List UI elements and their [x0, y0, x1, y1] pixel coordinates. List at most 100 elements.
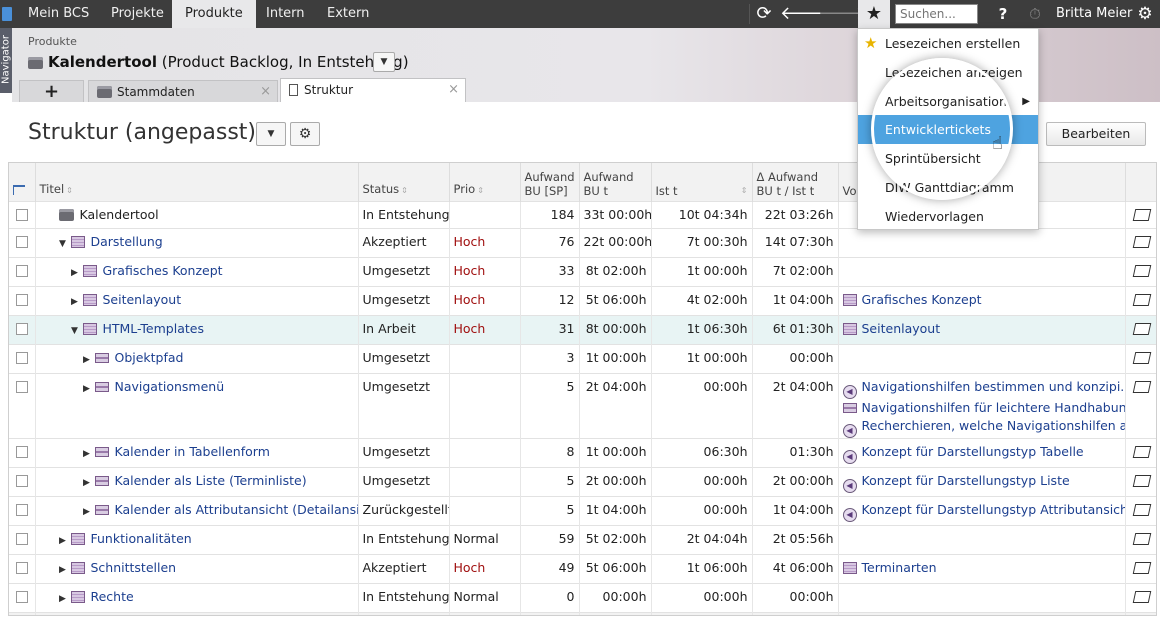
item-title-link[interactable]: Grafisches Konzept [102, 263, 222, 278]
item-title-link[interactable]: HTML-Templates [102, 321, 203, 336]
item-title-link[interactable]: Kalender in Tabellenform [114, 444, 269, 459]
predecessor-link[interactable]: Seitenlayout [842, 320, 1121, 338]
row-checkbox[interactable] [16, 208, 28, 221]
column-header-prio[interactable]: Prio ⇕ [449, 163, 521, 201]
app-logo-icon[interactable] [2, 7, 12, 21]
edit-pencil-icon[interactable] [1132, 351, 1151, 364]
item-title-link[interactable]: Seitenlayout [102, 292, 181, 307]
view-dropdown-button[interactable]: ▼ [256, 122, 286, 146]
breadcrumb[interactable]: Produkte [28, 35, 77, 48]
edit-pencil-icon[interactable] [1132, 235, 1151, 248]
nav-tab-projekte[interactable]: Projekte [98, 0, 177, 28]
edit-pencil-icon[interactable] [1132, 590, 1151, 603]
edit-pencil-icon[interactable] [1132, 380, 1151, 393]
table-row[interactable]: ▶ Kalender als Liste (Terminliste) Umges… [9, 466, 1156, 496]
column-filter-icon[interactable] [13, 184, 25, 195]
item-title-link[interactable]: Kalender als Attributansicht (Detailansi… [114, 502, 357, 517]
bookmark-star-icon[interactable]: ★ [858, 0, 890, 28]
nav-tab-mein-bcs[interactable]: Mein BCS [15, 0, 102, 28]
expand-toggle-icon[interactable]: ▶ [70, 260, 80, 286]
row-checkbox[interactable] [16, 264, 28, 277]
expand-toggle-icon[interactable]: ▶ [58, 528, 68, 554]
table-row[interactable]: ▶ Objektpfad Umgesetzt 3 1t 00:00h 1t 00… [9, 343, 1156, 373]
search-input[interactable] [895, 4, 978, 24]
back-arrow-icon[interactable]: 🡐 [780, 0, 828, 28]
expand-toggle-icon[interactable]: ▶ [82, 347, 92, 373]
table-row[interactable]: ▶ Grafisches Konzept Umgesetzt Hoch 33 8… [9, 256, 1156, 286]
row-checkbox[interactable] [16, 351, 28, 364]
menu-item-lesezeichen-anzeigen[interactable]: Lesezeichen anzeigen [858, 58, 1038, 87]
column-header-ist[interactable]: Ist t ⇕ [651, 163, 753, 201]
menu-item-lesezeichen-erstellen[interactable]: ★ Lesezeichen erstellen [858, 29, 1038, 58]
refresh-icon[interactable]: ⟳ [749, 0, 779, 28]
edit-pencil-icon[interactable] [1132, 445, 1151, 458]
table-row[interactable]: ▶ Seitenlayout Umgesetzt Hoch 12 5t 06:0… [9, 285, 1156, 315]
forward-arrow-icon[interactable]: 🡒 [818, 0, 866, 28]
row-checkbox[interactable] [16, 503, 28, 516]
edit-pencil-icon[interactable] [1132, 293, 1151, 306]
tab-stammdaten[interactable]: Stammdaten × [88, 80, 278, 102]
menu-item-wiedervorlagen[interactable]: Wiedervorlagen [858, 202, 1038, 231]
navigator-sidebar-toggle[interactable]: Navigator [0, 28, 12, 93]
expand-toggle-icon[interactable]: ▶ [58, 586, 68, 612]
row-checkbox[interactable] [16, 474, 28, 487]
edit-pencil-icon[interactable] [1132, 474, 1151, 487]
expand-toggle-icon[interactable]: ▶ [82, 470, 92, 496]
table-row[interactable]: ▶ Rechte In Entstehung Normal 0 00:00h 0… [9, 582, 1156, 612]
tab-struktur[interactable]: Struktur × [280, 78, 466, 102]
menu-item-entwicklertickets[interactable]: Entwicklertickets [858, 115, 1038, 144]
table-row[interactable]: ▼ HTML-Templates In Arbeit Hoch 31 8t 00… [9, 314, 1156, 344]
edit-pencil-icon[interactable] [1132, 208, 1151, 221]
row-checkbox[interactable] [16, 445, 28, 458]
expand-toggle-icon[interactable]: ▶ [82, 499, 92, 525]
column-select[interactable] [9, 163, 36, 201]
predecessor-link[interactable]: ◀ Recherchieren, welche Navigationshilfen… [842, 417, 1124, 438]
predecessor-link[interactable]: ◀ Konzept für Darstellungstyp Liste [842, 472, 1121, 493]
row-checkbox[interactable] [16, 235, 28, 248]
item-title-link[interactable]: Darstellung [90, 234, 162, 249]
item-title-link[interactable]: Navigationsmenü [114, 379, 224, 394]
row-checkbox[interactable] [16, 380, 28, 393]
title-dropdown-button[interactable]: ▼ [373, 52, 395, 72]
item-title-link[interactable]: Rechte [90, 589, 133, 604]
column-header-aufwand-t[interactable]: Aufwand BU t [579, 163, 652, 201]
edit-button[interactable]: Bearbeiten [1046, 122, 1146, 146]
table-row[interactable]: ▶ Funktionalitäten In Entstehung Normal … [9, 524, 1156, 554]
expand-toggle-icon[interactable]: ▼ [58, 231, 68, 257]
predecessor-link[interactable]: ◀ Navigationshilfen bestimmen und konzipi… [842, 378, 1124, 399]
edit-pencil-icon[interactable] [1132, 322, 1151, 335]
column-header-aufwand-sp[interactable]: Aufwand BU [SP] [520, 163, 580, 201]
edit-pencil-icon[interactable] [1132, 532, 1151, 545]
expand-toggle-icon[interactable]: ▶ [82, 376, 92, 402]
item-title-link[interactable]: Schnittstellen [90, 560, 176, 575]
row-checkbox[interactable] [16, 322, 28, 335]
item-title-link[interactable]: Kalender als Liste (Terminliste) [114, 473, 306, 488]
predecessor-link[interactable]: Terminarten [842, 559, 1121, 577]
edit-pencil-icon[interactable] [1132, 264, 1151, 277]
column-header-status[interactable]: Status ⇕ [358, 163, 450, 201]
edit-pencil-icon[interactable] [1132, 503, 1151, 516]
nav-tab-intern[interactable]: Intern [253, 0, 318, 28]
predecessor-link[interactable]: ◀ Konzept für Darstellungstyp Tabelle [842, 443, 1121, 464]
settings-gear-icon[interactable]: ⚙ [1130, 0, 1160, 28]
row-checkbox[interactable] [16, 293, 28, 306]
row-checkbox[interactable] [16, 561, 28, 574]
add-tab-button[interactable]: + [19, 80, 84, 102]
table-row[interactable]: ▼ Darstellung Akzeptiert Hoch 76 22t 00:… [9, 227, 1156, 257]
item-title-link[interactable]: Funktionalitäten [90, 531, 191, 546]
predecessor-link[interactable]: Navigationshilfen für leichtere Handhabu… [842, 399, 1124, 417]
view-settings-gear-icon[interactable]: ⚙ [290, 122, 320, 146]
expand-toggle-icon[interactable]: ▼ [70, 318, 80, 344]
table-row[interactable]: ▶ Kalender in Tabellenform Umgesetzt 8 1… [9, 437, 1156, 467]
row-checkbox[interactable] [16, 532, 28, 545]
edit-pencil-icon[interactable] [1132, 561, 1151, 574]
menu-item-arbeitsorganisation[interactable]: Arbeitsorganisation ▶ [858, 87, 1038, 116]
close-icon[interactable]: × [260, 81, 271, 103]
predecessor-link[interactable]: ◀ Konzept für Darstellungstyp Attributans… [842, 501, 1124, 522]
nav-tab-produkte[interactable]: Produkte [172, 0, 256, 28]
item-title-link[interactable]: Kalendertool [79, 207, 158, 222]
help-icon[interactable]: ? [988, 0, 1018, 28]
expand-toggle-icon[interactable]: ▶ [82, 441, 92, 467]
table-row[interactable]: ▶ Schnittstellen Akzeptiert Hoch 49 5t 0… [9, 553, 1156, 583]
menu-item-sprintuebersicht[interactable]: Sprintübersicht [858, 144, 1038, 173]
